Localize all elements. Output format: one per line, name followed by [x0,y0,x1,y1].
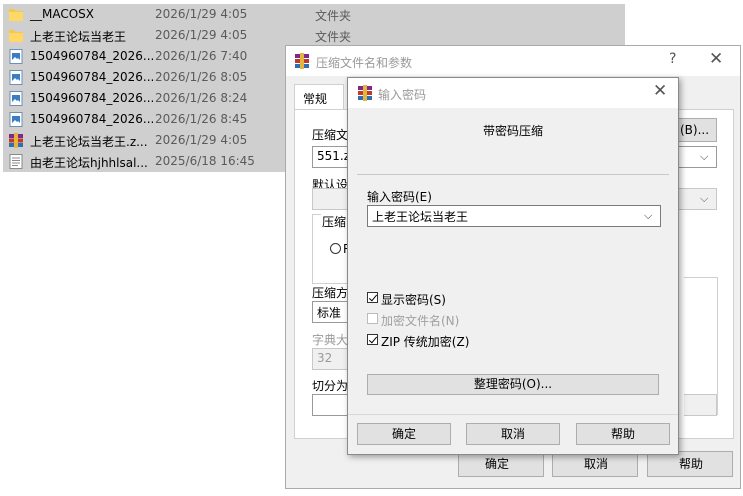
password-dialog: 输入密码 ✕ 带密码压缩 输入密码(E) 上老王论坛当老王 ⌵ 显示密码(S) … [347,77,679,455]
divider [357,174,669,175]
close-icon[interactable]: ✕ [653,81,667,101]
dialog-titlebar: 压缩文件名和参数 ? ✕ [286,46,740,76]
file-type: 文件夹 [315,30,352,44]
password-cancel-label: 取消 [500,427,525,441]
dict-label: 字典大 [312,333,349,347]
file-row[interactable]: 上老王论坛当老王 2026/1/29 4:05 文件夹 [3,25,625,46]
winrar-icon [295,53,309,69]
folder-icon [9,7,23,22]
file-name: 1504960784_2026... [30,70,155,84]
file-name: 由老王论坛hjhhlsal... [30,156,148,170]
winrar-archive-icon [9,133,23,148]
password-dialog-titlebar: 输入密码 ✕ [348,78,678,108]
dict-value: 32 [317,351,333,365]
password-ok-label: 确定 [391,427,416,441]
organize-passwords-button[interactable]: 整理密码(O)... [367,374,659,395]
chevron-down-icon[interactable]: ⌵ [644,209,652,223]
close-icon[interactable]: ✕ [709,49,723,69]
password-dialog-heading: 带密码压缩 [482,124,543,138]
image-file-icon [9,49,23,64]
file-date: 2026/1/26 8:05 [155,70,248,84]
zip-legacy-label: ZIP 传统加密(Z) [381,335,470,349]
method-label: 压缩方 [312,286,349,300]
ok-button-label: 确定 [484,457,509,471]
file-name: 1504960784_2026... [30,49,155,63]
tab-general[interactable]: 常规 [294,84,344,110]
text-file-icon [9,154,23,169]
file-date: 2026/1/26 7:40 [155,49,248,63]
cancel-button-label: 取消 [583,457,608,471]
file-date: 2026/1/29 4:05 [155,133,248,147]
file-name: __MACOSX [30,7,95,21]
password-help-button[interactable]: 帮助 [576,423,670,445]
winrar-icon [358,85,372,101]
tab-general-label: 常规 [303,92,328,106]
password-ok-button[interactable]: 确定 [357,423,451,445]
chevron-down-icon[interactable]: ⌵ [700,150,708,164]
password-value: 上老王论坛当老王 [372,210,469,224]
help-icon[interactable]: ? [669,51,676,67]
file-name: 1504960784_2026... [30,112,155,126]
file-name: 上老王论坛当老王.z... [30,135,148,149]
image-file-icon [9,70,23,85]
split-field[interactable] [312,394,352,416]
file-name: 1504960784_2026... [30,91,155,105]
file-name: 上老王论坛当老王 [30,30,127,44]
password-label: 输入密码(E) [367,190,432,204]
dialog-title: 压缩文件名和参数 [316,56,413,70]
password-input[interactable]: 上老王论坛当老王 ⌵ [367,205,661,227]
dict-select: 32 [312,348,352,370]
organize-passwords-label: 整理密码(O)... [473,377,553,391]
zip-legacy-checkbox[interactable] [367,334,378,345]
method-value: 标准 [317,306,342,320]
password-cancel-button[interactable]: 取消 [466,423,560,445]
file-type: 文件夹 [315,9,352,23]
file-date: 2026/1/29 4:05 [155,7,248,21]
chevron-down-icon[interactable]: ⌵ [700,192,708,206]
encrypt-names-checkbox [367,313,378,324]
encrypt-names-label: 加密文件名(N) [381,314,460,328]
button-divider [348,414,678,415]
format-radio[interactable] [330,243,341,254]
password-dialog-title: 输入密码 [378,88,427,102]
browse-button-label: (B)... [680,123,710,137]
method-select[interactable]: 标准 [312,301,352,323]
folder-icon [9,28,23,43]
archive-name-label: 压缩文 [312,128,349,142]
password-help-label: 帮助 [610,427,635,441]
split-unit-select [684,394,717,416]
show-password-label: 显示密码(S) [381,293,446,307]
file-date: 2025/6/18 16:45 [155,154,255,168]
file-date: 2026/1/29 4:05 [155,28,248,42]
file-date: 2026/1/26 8:24 [155,91,248,105]
file-row[interactable]: __MACOSX 2026/1/29 4:05 文件夹 [3,4,625,25]
split-label: 切分为 [312,379,349,393]
help-button-label: 帮助 [678,457,703,471]
image-file-icon [9,91,23,106]
show-password-checkbox[interactable] [367,292,378,303]
format-group-label: 压缩 [321,213,348,230]
image-file-icon [9,112,23,127]
file-date: 2026/1/26 8:45 [155,112,248,126]
